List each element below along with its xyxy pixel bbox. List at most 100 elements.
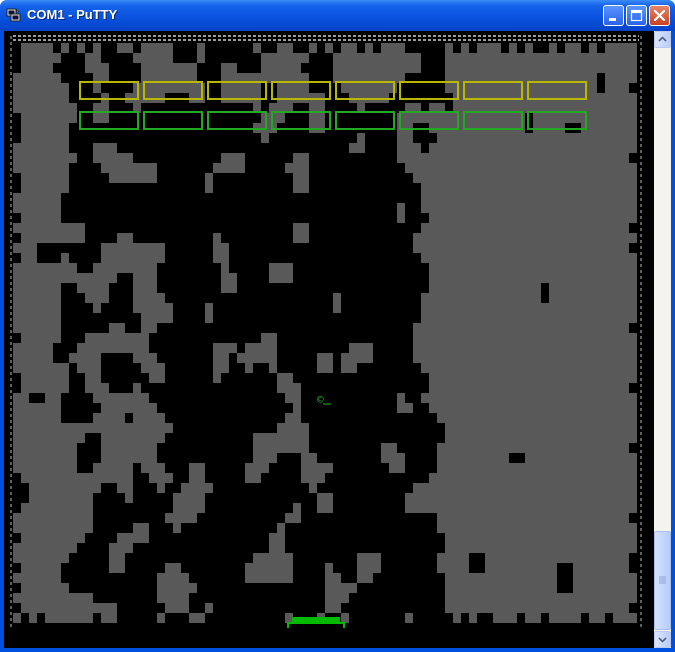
maximize-button[interactable]	[626, 5, 647, 26]
ascii-art-cell	[461, 353, 469, 363]
putty-icon[interactable]	[6, 7, 22, 23]
ascii-art-cell	[429, 363, 437, 373]
ascii-art-cell	[101, 343, 109, 353]
ascii-art-cell	[541, 393, 549, 403]
ascii-art-cell	[485, 513, 493, 523]
ascii-art-cell	[605, 303, 613, 313]
vertical-scrollbar[interactable]	[654, 31, 671, 648]
ascii-art-cell	[373, 53, 381, 63]
ascii-art-cell	[45, 83, 53, 93]
ascii-art-cell	[189, 613, 197, 623]
ascii-art-cell	[613, 613, 621, 623]
ascii-art-cell	[621, 203, 629, 213]
scroll-up-button[interactable]	[654, 31, 671, 48]
ascii-art-cell	[61, 493, 69, 503]
ascii-art-cell	[429, 263, 437, 273]
ascii-art-cell	[237, 163, 245, 173]
ascii-art-cell	[525, 483, 533, 493]
ascii-art-cell	[61, 173, 69, 183]
ascii-art-cell	[93, 353, 101, 363]
ascii-art-cell	[589, 113, 597, 123]
ascii-art-cell	[605, 503, 613, 513]
ascii-art-cell	[557, 83, 565, 93]
ascii-art-cell	[37, 313, 45, 323]
ascii-art-cell	[125, 533, 133, 543]
minimize-button[interactable]	[603, 5, 624, 26]
ascii-art-cell	[517, 183, 525, 193]
close-button[interactable]	[649, 5, 670, 26]
ascii-art-cell	[29, 403, 37, 413]
ascii-art-cell	[509, 393, 517, 403]
terminal-screen[interactable]: ©	[4, 31, 654, 648]
ascii-art-cell	[21, 113, 29, 123]
ascii-art-cell	[517, 443, 525, 453]
ascii-art-cell	[229, 273, 237, 283]
ascii-art-cell	[573, 383, 581, 393]
ascii-art-cell	[541, 563, 549, 573]
ascii-art-cell	[165, 583, 173, 593]
ascii-art-cell	[581, 513, 589, 523]
ascii-art-cell	[477, 423, 485, 433]
ascii-art-cell	[597, 443, 605, 453]
ascii-art-cell	[437, 413, 445, 423]
ascii-art-cell	[269, 343, 277, 353]
ascii-art-cell	[605, 483, 613, 493]
ascii-art-cell	[525, 513, 533, 523]
ascii-art-cell	[477, 393, 485, 403]
ascii-art-cell	[381, 63, 389, 73]
ascii-art-cell	[525, 403, 533, 413]
ascii-art-cell	[477, 403, 485, 413]
ascii-art-cell	[53, 363, 61, 373]
ascii-art-cell	[437, 133, 445, 143]
ascii-art-cell	[621, 103, 629, 113]
ascii-art-cell	[45, 473, 53, 483]
ascii-art-cell	[301, 443, 309, 453]
ascii-art-cell	[573, 333, 581, 343]
ascii-art-cell	[573, 233, 581, 243]
ascii-art-cell	[109, 463, 117, 473]
ascii-art-cell	[37, 153, 45, 163]
ascii-art-cell	[133, 283, 141, 293]
ascii-art-cell	[493, 393, 501, 403]
scroll-thumb[interactable]	[654, 531, 671, 630]
ascii-art-cell	[589, 593, 597, 603]
ascii-art-cell	[149, 263, 157, 273]
ascii-art-cell	[589, 143, 597, 153]
ascii-art-cell	[501, 203, 509, 213]
ascii-art-cell	[493, 53, 501, 63]
ascii-art-cell	[453, 483, 461, 493]
ascii-art-cell	[493, 443, 501, 453]
ascii-art-cell	[629, 253, 637, 263]
ascii-art-cell	[501, 463, 509, 473]
ascii-art-cell	[437, 323, 445, 333]
ascii-art-cell	[53, 283, 61, 293]
ascii-art-cell	[477, 283, 485, 293]
ascii-art-cell	[421, 323, 429, 333]
ascii-art-cell	[157, 373, 165, 383]
ascii-art-cell	[501, 273, 509, 283]
ascii-art-cell	[397, 43, 405, 53]
ascii-art-cell	[21, 353, 29, 363]
ascii-art-cell	[597, 583, 605, 593]
ascii-art-cell	[469, 373, 477, 383]
ascii-art-cell	[453, 283, 461, 293]
ascii-art-cell	[117, 563, 125, 573]
ascii-art-cell	[109, 143, 117, 153]
ascii-art-cell	[13, 243, 21, 253]
title-bar[interactable]: COM1 - PuTTY	[0, 0, 675, 31]
ascii-art-cell	[325, 503, 333, 513]
scroll-down-button[interactable]	[654, 631, 671, 648]
ascii-art-cell	[589, 533, 597, 543]
ascii-art-cell	[285, 613, 293, 623]
ascii-art-cell	[53, 523, 61, 533]
ascii-art-cell	[29, 243, 37, 253]
ascii-art-cell	[461, 43, 469, 53]
ascii-art-cell	[525, 63, 533, 73]
ascii-art-cell	[517, 493, 525, 503]
ascii-art-cell	[285, 393, 293, 403]
ascii-art-cell	[21, 433, 29, 443]
ascii-art-cell	[285, 513, 293, 523]
ascii-art-cell	[461, 303, 469, 313]
ascii-art-cell	[37, 543, 45, 553]
ascii-art-cell	[253, 463, 261, 473]
